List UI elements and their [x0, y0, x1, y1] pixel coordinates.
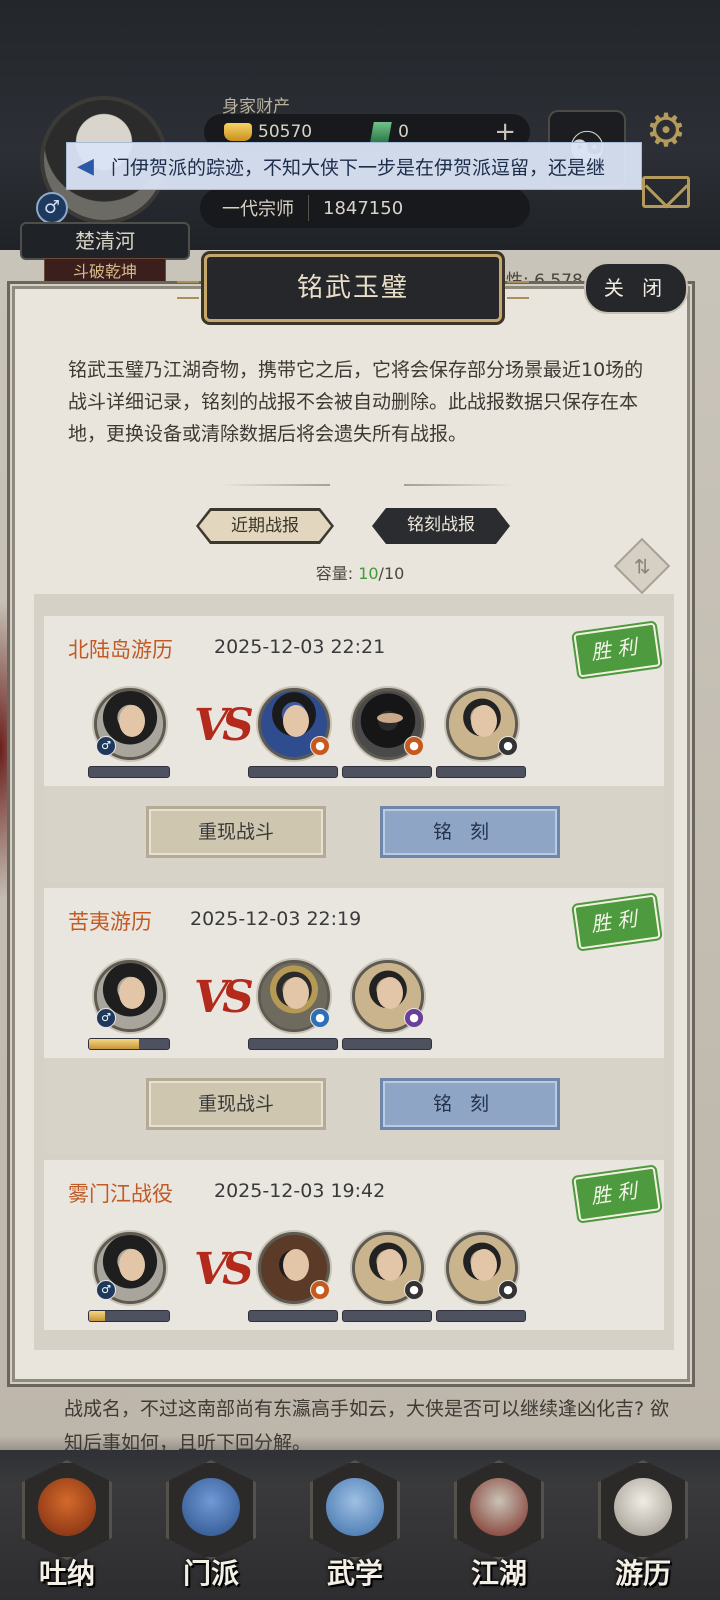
capacity-indicator: 容量: 10/10	[0, 560, 720, 584]
nav-sect[interactable]: 门派	[152, 1452, 270, 1596]
capacity-label: 容量:	[315, 564, 359, 583]
gear-icon[interactable]: ⚙	[642, 106, 690, 154]
nav-label: 江湖	[470, 1557, 527, 1590]
enemy-hp-bar	[342, 1038, 432, 1050]
tab-engraved-reports[interactable]: 铭刻战报	[372, 508, 510, 544]
announcement-text: 门伊贺派的踪迹，不知大侠下一步是在伊贺派逗留，还是继	[111, 156, 606, 179]
vs-icon: VS	[194, 972, 254, 1023]
tab-recent-label: 近期战报	[199, 511, 331, 541]
fire-element-icon: ●	[310, 736, 330, 756]
rank-label: 一代宗师	[222, 195, 309, 221]
enemy-hp-bar	[342, 1310, 432, 1322]
male-icon: ♂	[96, 736, 116, 756]
enemy-hp-bar	[248, 1038, 338, 1050]
record-card: 苦夷游历 2025-12-03 22:19 胜利 ♂ VS ● ● 重现战斗 铭…	[44, 888, 664, 1154]
scroll-icon	[326, 1478, 384, 1536]
banner-icon	[182, 1478, 240, 1536]
fire-element-icon: ●	[404, 736, 424, 756]
record-time: 2025-12-03 22:21	[214, 636, 386, 658]
engrave-button[interactable]: 铭刻	[380, 806, 560, 858]
player-hp-bar	[88, 766, 170, 778]
male-icon: ♂	[96, 1008, 116, 1028]
fire-element-icon: ●	[310, 1280, 330, 1300]
engrave-button[interactable]: 铭刻	[380, 1078, 560, 1130]
hat-icon	[470, 1478, 528, 1536]
jade-icon	[370, 122, 392, 142]
record-card: 北陆岛游历 2025-12-03 22:21 胜利 ♂ VS ● ● ● 重现战…	[44, 616, 664, 882]
victory-stamp: 胜利	[573, 622, 661, 678]
vs-icon: VS	[194, 700, 254, 751]
enemy-hp-bar	[436, 1310, 526, 1322]
announcement-marquee: ◀ 门伊贺派的踪迹，不知大侠下一步是在伊贺派逗留，还是继	[66, 142, 642, 190]
gourd-icon	[38, 1478, 96, 1536]
record-time: 2025-12-03 22:19	[190, 908, 362, 930]
record-title: 北陆岛游历	[68, 638, 173, 662]
jade-amount: 0	[398, 122, 409, 142]
record-title: 苦夷游历	[68, 910, 152, 934]
panel-description: 铭武玉璧乃江湖奇物，携带它之后，它将会保存部分场景最近10场的战斗详细记录，铭刻…	[68, 359, 644, 445]
player-hp-bar	[88, 1310, 170, 1322]
tab-recent-reports[interactable]: 近期战报	[196, 508, 334, 544]
nav-breathing[interactable]: 吐纳	[8, 1452, 126, 1596]
victory-stamp: 胜利	[573, 1166, 661, 1222]
horse-icon	[614, 1478, 672, 1536]
replay-battle-button[interactable]: 重现战斗	[146, 806, 326, 858]
enemy-hp-bar	[436, 766, 526, 778]
nav-jianghu[interactable]: 江湖	[440, 1452, 558, 1596]
nav-travel[interactable]: 游历	[584, 1452, 702, 1596]
record-list[interactable]: 北陆岛游历 2025-12-03 22:21 胜利 ♂ VS ● ● ● 重现战…	[34, 594, 674, 1350]
nav-label: 游历	[614, 1557, 671, 1590]
replay-battle-button[interactable]: 重现战斗	[146, 1078, 326, 1130]
gold-ingot-icon	[224, 123, 252, 141]
panel-title: 铭武玉璧	[177, 254, 529, 322]
enemy-hp-bar	[248, 1310, 338, 1322]
nav-label: 门派	[182, 1557, 239, 1590]
enemy-hp-bar	[248, 766, 338, 778]
record-card: 雾门江战役 2025-12-03 19:42 胜利 ♂ VS ● ● ●	[44, 1160, 664, 1330]
male-icon: ♂	[96, 1280, 116, 1300]
record-time: 2025-12-03 19:42	[214, 1180, 386, 1202]
rank-bar: 一代宗师 1847150	[200, 188, 530, 228]
record-title: 雾门江战役	[68, 1182, 173, 1206]
capacity-total: /10	[378, 564, 405, 583]
victory-stamp: 胜利	[573, 894, 661, 950]
element-icon: ●	[404, 1280, 424, 1300]
capacity-used: 10	[358, 564, 379, 583]
divider	[404, 484, 514, 486]
power-value: 1847150	[323, 197, 404, 219]
element-icon: ●	[498, 736, 518, 756]
vs-icon: VS	[194, 1244, 254, 1295]
gold-amount: 50570	[258, 122, 313, 142]
close-button[interactable]: 关 闭	[584, 262, 688, 314]
nav-label: 武学	[326, 1557, 383, 1590]
enemy-hp-bar	[342, 766, 432, 778]
male-icon: ♂	[36, 192, 68, 224]
mail-icon[interactable]	[642, 176, 690, 208]
player-hp-bar	[88, 1038, 170, 1050]
nav-martial-arts[interactable]: 武学	[296, 1452, 414, 1596]
element-icon: ●	[498, 1280, 518, 1300]
divider	[220, 484, 330, 486]
nav-label: 吐纳	[38, 1557, 95, 1590]
player-title: 斗破乾坤	[44, 258, 166, 286]
water-element-icon: ●	[310, 1008, 330, 1028]
poison-element-icon: ●	[404, 1008, 424, 1028]
player-name: 楚清河	[20, 222, 190, 260]
horn-icon: ◀	[77, 153, 94, 179]
